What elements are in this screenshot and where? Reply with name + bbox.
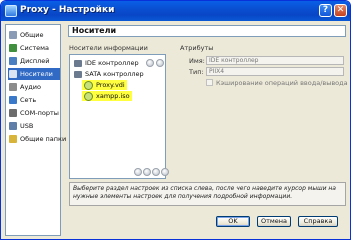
network-icon	[9, 96, 17, 104]
sidebar-item-label: Аудио	[20, 83, 41, 91]
optical-disk-icon	[84, 91, 93, 101]
controller-name-field[interactable]: IDE контроллер	[206, 56, 344, 65]
tree-item-disk[interactable]: xampp.iso	[82, 91, 132, 101]
storage-tree[interactable]: IDE контроллер SATA контроллер Proxy.vdi…	[69, 54, 169, 179]
sidebar-item-label: Система	[20, 44, 50, 52]
controller-icon	[74, 59, 82, 67]
add-controller-button-icon[interactable]	[134, 168, 142, 176]
add-attachment-button-icon[interactable]	[152, 168, 160, 176]
tree-item-label: IDE контроллер	[85, 59, 139, 67]
tree-item-sata-controller[interactable]: SATA контроллер	[74, 69, 144, 79]
sidebar-item-general[interactable]: Общие	[8, 29, 60, 41]
audio-icon	[9, 83, 17, 91]
sidebar-item-label: Носители	[20, 70, 53, 78]
page-title: Носители	[68, 25, 346, 37]
controller-type-select[interactable]: PIIX4	[206, 67, 344, 76]
tree-item-ide-controller[interactable]: IDE контроллер	[74, 58, 139, 68]
tree-item-disk[interactable]: Proxy.vdi	[82, 80, 127, 90]
info-panel: Выберите раздел настроек из списка слева…	[69, 182, 346, 206]
tree-item-label: Proxy.vdi	[96, 81, 125, 89]
system-icon	[9, 44, 17, 52]
shared-folders-icon	[9, 135, 17, 143]
storage-tree-label: Носители информации	[69, 44, 148, 52]
tree-item-label: xampp.iso	[96, 92, 130, 100]
general-icon	[9, 31, 17, 39]
sidebar-item-display[interactable]: Дисплей	[8, 55, 60, 67]
type-label: Тип:	[189, 68, 204, 76]
sidebar-item-usb[interactable]: USB	[8, 120, 60, 132]
sidebar-item-label: Дисплей	[20, 57, 50, 65]
attributes-label: Атрибуты	[180, 44, 214, 52]
storage-icon	[9, 70, 17, 78]
close-button[interactable]: ✕	[334, 4, 347, 17]
window-title: Proxy - Настройки	[20, 5, 115, 15]
display-icon	[9, 57, 17, 65]
io-cache-checkbox[interactable]	[206, 79, 213, 86]
tree-item-label: SATA контроллер	[85, 70, 144, 78]
sidebar-item-network[interactable]: Сеть	[8, 94, 60, 106]
remove-attachment-button-icon[interactable]	[161, 168, 169, 176]
cancel-button[interactable]: Отмена	[257, 216, 291, 227]
help-button[interactable]: Справка	[298, 216, 338, 227]
sidebar-item-audio[interactable]: Аудио	[8, 81, 60, 93]
sidebar-item-system[interactable]: Система	[8, 42, 60, 54]
virtualbox-app-icon	[5, 5, 17, 17]
hard-disk-icon	[84, 80, 93, 90]
sidebar-item-label: USB	[20, 122, 34, 130]
help-title-button[interactable]: ?	[319, 4, 332, 17]
title-bar[interactable]: Proxy - Настройки ? ✕	[1, 1, 350, 21]
ok-button[interactable]: OK	[216, 216, 250, 227]
sidebar-item-label: COM-порты	[20, 109, 59, 117]
controller-icon	[74, 70, 82, 78]
sidebar-item-shared-folders[interactable]: Общие папки	[8, 133, 66, 145]
io-cache-label: Кэширование операций ввода/вывода	[216, 79, 348, 87]
sidebar-item-label: Сеть	[20, 96, 37, 104]
sidebar-item-label: Общие	[20, 31, 44, 39]
remove-controller-button-icon[interactable]	[143, 168, 151, 176]
name-label: Имя:	[189, 57, 205, 65]
serial-port-icon	[9, 109, 17, 117]
settings-window: Proxy - Настройки ? ✕ Общие Система Дисп…	[0, 0, 351, 240]
usb-icon	[9, 122, 17, 130]
sidebar-item-serial-ports[interactable]: COM-порты	[8, 107, 60, 119]
sidebar-item-label: Общие папки	[20, 135, 67, 143]
settings-sidebar: Общие Система Дисплей Носители Аудио Сет…	[5, 24, 66, 236]
add-controller-icon[interactable]	[156, 59, 164, 67]
sidebar-item-storage[interactable]: Носители	[8, 68, 60, 80]
add-attachment-icon[interactable]	[146, 59, 154, 67]
